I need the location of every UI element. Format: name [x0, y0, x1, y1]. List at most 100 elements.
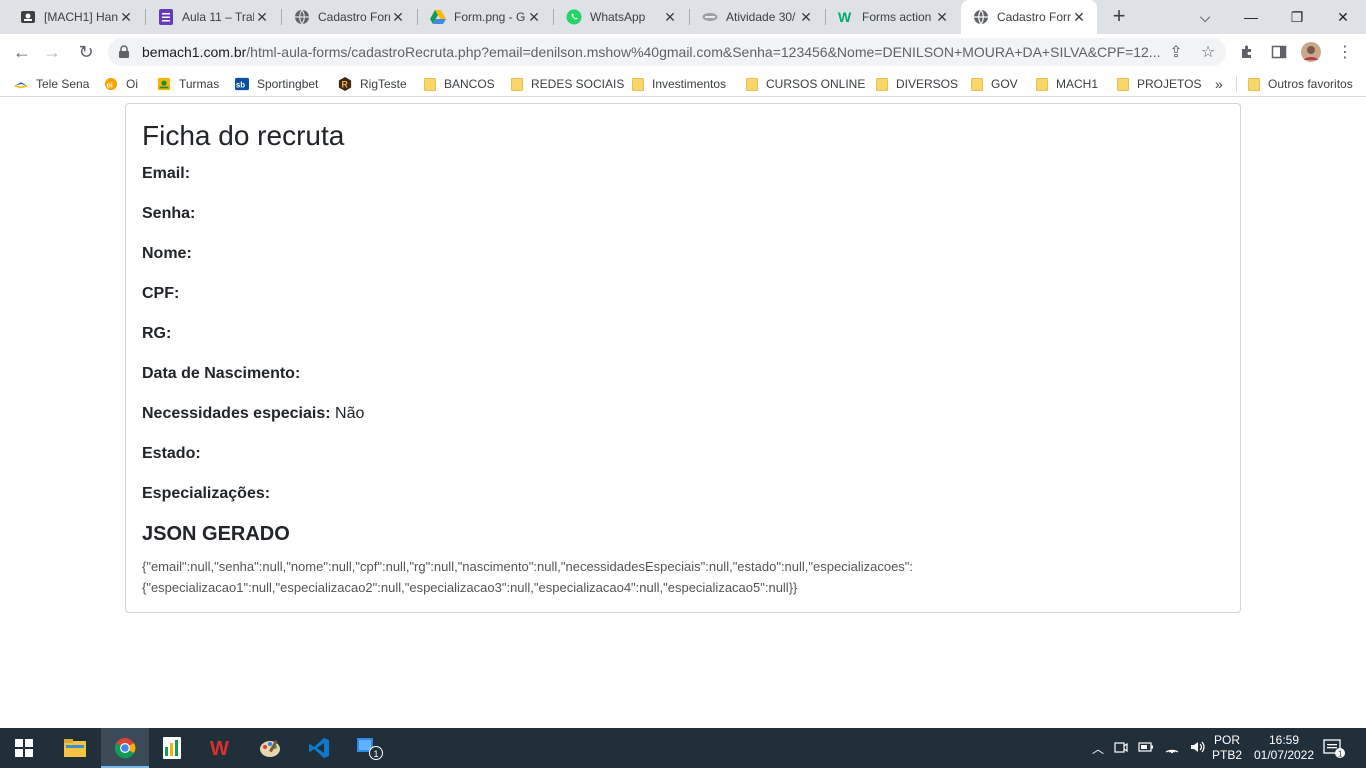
bookmark-star-icon[interactable]: ☆	[1197, 41, 1219, 63]
chrome-icon[interactable]	[101, 728, 149, 768]
close-icon[interactable]: ✕	[662, 9, 678, 25]
battery-icon[interactable]	[1138, 741, 1154, 756]
folder-icon	[971, 77, 983, 91]
bookmark-folder-mach1[interactable]: MACH1	[1036, 76, 1098, 92]
svg-text:R: R	[342, 80, 349, 90]
bookmark-rigteste[interactable]: R RigTeste	[338, 76, 407, 92]
app-badge: 1	[374, 749, 379, 759]
close-icon[interactable]: ✕	[118, 9, 134, 25]
tab-title: Forms action	[862, 10, 932, 24]
google-drive-icon	[430, 9, 446, 25]
windows-taskbar: W 1 ︿ POR PTB2 16:59 01/07/2022 1	[0, 728, 1366, 768]
forward-button[interactable]: →	[38, 38, 66, 66]
new-tab-button[interactable]: +	[1108, 5, 1130, 27]
notification-center-icon[interactable]: 1	[1322, 728, 1346, 768]
back-button[interactable]: ←	[8, 38, 36, 66]
close-icon[interactable]: ✕	[254, 9, 270, 25]
svg-text:1: 1	[1338, 750, 1343, 759]
close-window-button[interactable]: ✕	[1320, 0, 1366, 34]
menu-kebab-icon[interactable]: ⋮	[1334, 41, 1356, 63]
bookmark-folder-investimentos[interactable]: Investimentos	[632, 76, 726, 92]
wifi-icon[interactable]	[1164, 740, 1180, 757]
recruit-card	[125, 103, 1241, 613]
bookmark-folder-gov[interactable]: GOV	[971, 76, 1018, 92]
wps-icon[interactable]: W	[197, 728, 245, 768]
chevron-up-icon[interactable]: ︿	[1092, 740, 1104, 757]
tab-title: Aula 11 – Tral	[182, 10, 254, 24]
tab-atividade[interactable]: Atividade 30/ ✕	[690, 0, 824, 34]
bookmark-folder-outros-favoritos[interactable]: Outros favoritos	[1248, 76, 1353, 92]
bookmarks-overflow-button[interactable]: »	[1215, 76, 1223, 92]
close-icon[interactable]: ✕	[390, 9, 406, 25]
minimize-button[interactable]: —	[1228, 0, 1274, 34]
field-senha: Senha:	[142, 205, 196, 222]
bookmark-folder-projetos[interactable]: PROJETOS	[1117, 76, 1201, 92]
bookmark-folder-bancos[interactable]: BANCOS	[424, 76, 495, 92]
bookmark-folder-diversos[interactable]: DIVERSOS	[876, 76, 958, 92]
tab-whatsapp[interactable]: WhatsApp ✕	[554, 0, 688, 34]
volume-icon[interactable]	[1190, 740, 1206, 757]
sheets-icon[interactable]	[148, 728, 196, 768]
vscode-icon[interactable]	[295, 728, 343, 768]
svg-text:W: W	[210, 738, 229, 759]
field-data-nascimento: Data de Nascimento:	[142, 365, 301, 382]
restore-button[interactable]: ❐	[1274, 0, 1320, 34]
tab-title: Cadastro Forr	[318, 10, 390, 24]
tab-aula-11[interactable]: Aula 11 – Tral ✕	[146, 0, 280, 34]
bookmark-turmas[interactable]: Turmas	[157, 76, 219, 92]
bookmark-sportingbet[interactable]: sb Sportingbet	[235, 76, 318, 92]
bookmarks-divider	[1236, 76, 1237, 92]
folder-icon	[746, 77, 758, 91]
globe-icon	[973, 9, 989, 25]
tab-title: [MACH1] Han	[44, 10, 118, 24]
rigteste-icon: R	[338, 77, 352, 91]
share-icon[interactable]: ⇪	[1165, 41, 1187, 63]
close-icon[interactable]: ✕	[1071, 9, 1087, 25]
field-cpf: CPF:	[142, 285, 180, 302]
field-nome: Nome:	[142, 245, 192, 262]
folder-icon	[511, 77, 523, 91]
close-icon[interactable]: ✕	[526, 9, 542, 25]
field-especializacoes: Especializações:	[142, 485, 271, 502]
tab-search-chevron-icon[interactable]: ⌵	[1182, 0, 1228, 34]
tab-form-png[interactable]: Form.png - G ✕	[418, 0, 552, 34]
system-tray: ︿	[1092, 728, 1206, 768]
tab-mach1[interactable]: [MACH1] Han ✕	[8, 0, 144, 34]
tab-forms-action[interactable]: W Forms action ✕	[826, 0, 960, 34]
meet-now-icon[interactable]	[1114, 740, 1128, 757]
forms-icon	[158, 9, 174, 25]
profile-avatar[interactable]	[1300, 41, 1322, 63]
whatsapp-icon	[566, 9, 582, 25]
close-icon[interactable]: ✕	[798, 9, 814, 25]
url-text[interactable]: bemach1.com.br/html-aula-forms/cadastroR…	[142, 44, 1160, 60]
paint-icon[interactable]	[246, 728, 294, 768]
tab-title: WhatsApp	[590, 10, 646, 24]
json-line-2: {"especializacao1":null,"especializacao2…	[142, 580, 798, 595]
folder-icon	[1248, 77, 1260, 91]
json-output: {"email":null,"senha":null,"nome":null,"…	[142, 556, 1202, 598]
close-icon[interactable]: ✕	[934, 9, 950, 25]
file-explorer-icon[interactable]	[51, 728, 99, 768]
bookmark-tele-sena[interactable]: Tele Sena	[14, 76, 89, 92]
notes-app-icon[interactable]: 1	[345, 728, 393, 768]
tab-cadastro-1[interactable]: Cadastro Forr ✕	[282, 0, 416, 34]
tab-cadastro-active[interactable]: Cadastro Forr ✕	[961, 0, 1097, 34]
page-title: Ficha do recruta	[142, 120, 345, 151]
reload-button[interactable]: ↻	[72, 38, 100, 66]
folder-icon	[632, 77, 644, 91]
globe-icon	[294, 9, 310, 25]
side-panel-icon[interactable]	[1268, 41, 1290, 63]
language-indicator[interactable]: POR PTB2	[1212, 728, 1242, 768]
clock[interactable]: 16:59 01/07/2022	[1248, 728, 1320, 768]
lock-icon	[119, 45, 129, 58]
bookmark-folder-redes-sociais[interactable]: REDES SOCIAIS	[511, 76, 624, 92]
sportingbet-icon: sb	[235, 77, 249, 91]
tab-title: Cadastro Forr	[997, 10, 1071, 24]
json-line-1: {"email":null,"senha":null,"nome":null,"…	[142, 559, 914, 574]
windows-start-icon[interactable]	[0, 728, 48, 768]
extensions-icon[interactable]	[1236, 41, 1258, 63]
bookmark-oi[interactable]: oi Oi	[104, 76, 138, 92]
turmas-icon	[157, 77, 171, 91]
bookmark-folder-cursos-online[interactable]: CURSOS ONLINE	[746, 76, 865, 92]
svg-text:sb: sb	[236, 81, 245, 90]
